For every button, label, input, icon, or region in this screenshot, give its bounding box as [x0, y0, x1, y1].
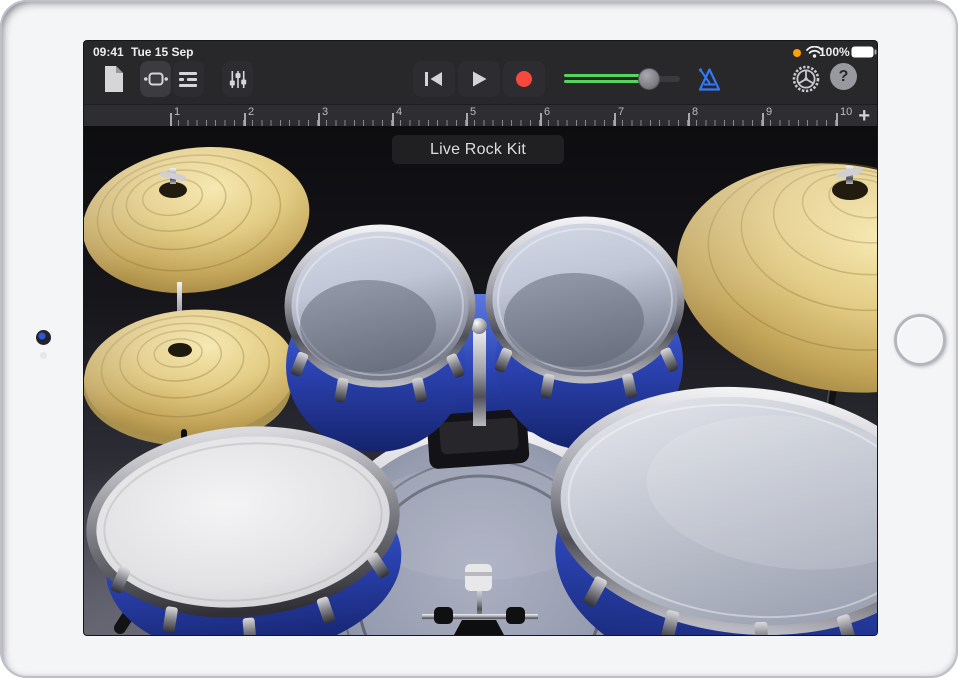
mixer-sliders-icon	[229, 70, 247, 89]
record-icon	[515, 70, 533, 88]
rewind-button[interactable]	[413, 61, 455, 97]
gear-icon	[792, 65, 820, 93]
kit-name-button[interactable]: Live Rock Kit	[392, 135, 564, 164]
drum-kit-stage	[84, 126, 877, 635]
ruler-bar-4[interactable]: 4	[392, 105, 466, 127]
bar-ruler[interactable]: 12345678910 +	[84, 104, 877, 127]
tracks-view-button[interactable]	[173, 61, 204, 97]
home-button[interactable]	[894, 314, 946, 366]
skip-to-beginning-icon	[424, 71, 444, 87]
ruler-bar-9[interactable]: 9	[762, 105, 836, 127]
play-button[interactable]	[458, 61, 500, 97]
ruler-bar-2[interactable]: 2	[244, 105, 318, 127]
settings-button[interactable]	[790, 61, 822, 97]
add-bars-button[interactable]: +	[858, 105, 870, 127]
battery-percent: 100%	[819, 45, 847, 59]
region-view-icon	[144, 71, 168, 87]
tracks-view-icon	[179, 72, 198, 87]
light-sensor	[40, 352, 47, 359]
ruler-bar-3[interactable]: 3	[318, 105, 392, 127]
track-controls-button[interactable]	[222, 61, 253, 97]
play-icon	[470, 70, 488, 88]
ruler-bar-5[interactable]: 5	[466, 105, 540, 127]
volume-track-filled	[564, 80, 640, 83]
record-button[interactable]	[503, 61, 545, 97]
toolbar: 09:41 Tue 15 Sep 100%	[84, 41, 877, 104]
status-time: 09:41	[93, 45, 124, 59]
garageband-screen: 09:41 Tue 15 Sep 100%	[84, 41, 877, 635]
volume-knob[interactable]	[638, 68, 660, 90]
ruler-bar-8[interactable]: 8	[688, 105, 762, 127]
document-browser-button[interactable]	[98, 61, 130, 97]
ipad-frame: 09:41 Tue 15 Sep 100%	[0, 0, 958, 678]
ruler-bar-7[interactable]: 7	[614, 105, 688, 127]
ruler-bar-6[interactable]: 6	[540, 105, 614, 127]
volume-track-filled	[564, 74, 640, 77]
ruler-ticks: 12345678910	[170, 105, 862, 127]
instrument-view-button[interactable]	[140, 61, 171, 97]
cellular-dot-icon	[793, 49, 801, 57]
master-volume-slider[interactable]	[564, 68, 682, 90]
status-bar: 09:41 Tue 15 Sep 100%	[84, 41, 877, 61]
document-icon	[103, 65, 125, 93]
battery-icon	[851, 46, 877, 58]
status-date: Tue 15 Sep	[131, 45, 193, 59]
help-button[interactable]: ?	[830, 63, 857, 90]
front-camera	[36, 330, 51, 345]
metronome-icon	[696, 66, 723, 93]
ruler-bar-1[interactable]: 1	[170, 105, 244, 127]
metronome-button[interactable]	[692, 61, 726, 97]
hi-tom-pad[interactable]	[286, 228, 472, 452]
